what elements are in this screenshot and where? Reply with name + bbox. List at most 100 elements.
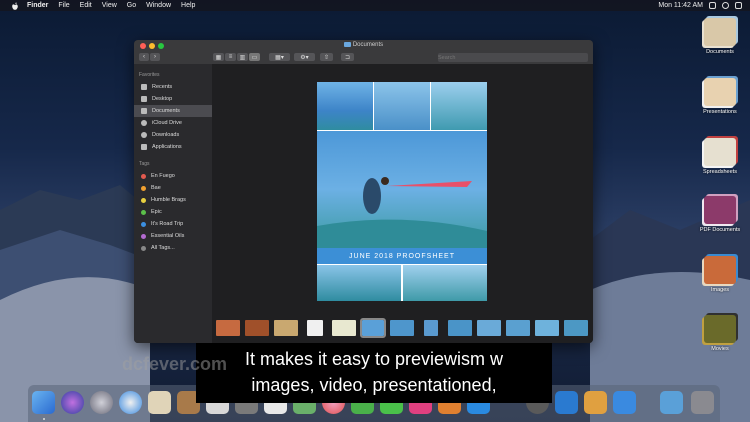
control-center-icon[interactable]: [735, 2, 742, 9]
sidebar-tag-bae[interactable]: Bae: [134, 182, 212, 194]
pages-icon[interactable]: [584, 391, 607, 414]
trash-icon[interactable]: [691, 391, 714, 414]
list-icon: ≡: [228, 54, 233, 60]
tags-button[interactable]: ⊐: [341, 53, 354, 61]
file-thumbnail[interactable]: [245, 320, 269, 336]
preview-photo: [374, 82, 430, 130]
desktop-icon-label: PDF Documents: [699, 227, 741, 233]
column-view-button[interactable]: ▥: [237, 53, 248, 61]
folder-icon: [343, 42, 351, 47]
window-titlebar[interactable]: Documents ‹ › ▦ ≡ ▥ ▭ ▦▾ ⚙▾ ⇧ ⊐: [134, 40, 593, 64]
sidebar-favorites-header: Favorites: [139, 72, 160, 78]
purple-tag-icon: [141, 233, 146, 239]
sidebar-tag-en-fuego[interactable]: En Fuego: [134, 170, 212, 182]
sidebar-tags-header: Tags: [139, 161, 150, 167]
search-icon[interactable]: [709, 2, 716, 9]
document-preview[interactable]: JUNE 2018 PROOFSHEET: [317, 82, 487, 301]
chevron-left-icon: ‹: [143, 54, 145, 60]
share-button[interactable]: ⇧: [320, 53, 333, 61]
menu-view[interactable]: View: [102, 2, 117, 9]
desktop-stack-movies[interactable]: Movies: [690, 315, 750, 352]
menu-clock[interactable]: Mon 11:42 AM: [658, 2, 703, 9]
desktop-icon: [141, 96, 147, 102]
document-icon: [141, 108, 147, 114]
siri-icon[interactable]: [61, 391, 84, 414]
file-thumbnail[interactable]: [535, 320, 559, 336]
running-indicator: [43, 418, 45, 420]
file-thumbnail[interactable]: [506, 320, 530, 336]
downloads-folder-icon[interactable]: [660, 391, 683, 414]
menu-go[interactable]: Go: [127, 2, 136, 9]
menu-bar: Finder File Edit View Go Window Help Mon…: [0, 0, 750, 11]
menu-finder[interactable]: Finder: [27, 2, 48, 9]
back-button[interactable]: ‹: [139, 53, 149, 61]
sidebar-item-desktop[interactable]: Desktop: [134, 93, 212, 105]
menu-help[interactable]: Help: [181, 2, 195, 9]
download-icon: [141, 132, 147, 138]
desktop-stack-spreadsheets[interactable]: Spreadsheets: [690, 138, 750, 175]
watermark: dcfever.com: [122, 354, 228, 374]
windsurfer-illustration: [317, 177, 487, 248]
sidebar-item-documents[interactable]: Documents: [134, 105, 212, 117]
sidebar-item-downloads[interactable]: Downloads: [134, 129, 212, 141]
sidebar-item-applications[interactable]: Applications: [134, 141, 212, 153]
cloud-icon: [141, 120, 147, 126]
caption-line-1: It makes it easy to previewism w: [244, 349, 504, 369]
file-thumbnail[interactable]: [448, 320, 472, 336]
stack-movies-icon: [704, 315, 736, 343]
tag-icon: ⊐: [344, 54, 351, 61]
applications-icon: [141, 144, 147, 150]
file-thumbnail[interactable]: [390, 320, 414, 336]
stack-spreadsheets-icon: [704, 138, 736, 166]
action-button[interactable]: ⚙▾: [294, 53, 315, 61]
window-title: Documents: [134, 42, 593, 48]
sidebar-tag-essential-oils[interactable]: Essential Oils: [134, 230, 212, 242]
file-thumbnail[interactable]: [564, 320, 588, 336]
desktop-icon-label: Images: [710, 287, 730, 293]
file-thumbnail[interactable]: [477, 320, 501, 336]
red-tag-icon: [141, 173, 146, 179]
gallery-view: JUNE 2018 PROOFSHEET: [212, 64, 593, 343]
preview-banner: JUNE 2018 PROOFSHEET: [317, 248, 487, 264]
sidebar-all-tags[interactable]: All Tags...: [134, 242, 212, 254]
finder-icon[interactable]: [32, 391, 55, 414]
sidebar-item-icloud-drive[interactable]: iCloud Drive: [134, 117, 212, 129]
user-icon[interactable]: [722, 2, 729, 9]
desktop-stack-documents[interactable]: Documents: [690, 18, 750, 55]
search-input[interactable]: [438, 53, 588, 62]
file-thumbnail[interactable]: [274, 320, 298, 336]
mail-icon[interactable]: [148, 391, 171, 414]
gallery-view-button[interactable]: ▭: [249, 53, 260, 61]
grid-icon: ▦: [215, 54, 222, 61]
sidebar-item-recents[interactable]: Recents: [134, 81, 212, 93]
xcode-icon[interactable]: [613, 391, 636, 414]
sidebar-tag-humble-brags[interactable]: Humble Brags: [134, 194, 212, 206]
gear-icon: ⚙▾: [300, 54, 309, 61]
apple-menu-icon[interactable]: [11, 2, 19, 10]
safari-icon[interactable]: [119, 391, 142, 414]
file-thumbnail[interactable]: [307, 320, 323, 336]
columns-icon: ▥: [239, 54, 246, 61]
desktop-stack-presentations[interactable]: Presentations: [690, 78, 750, 115]
launchpad-icon[interactable]: [90, 391, 113, 414]
menu-file[interactable]: File: [58, 2, 69, 9]
icon-view-button[interactable]: ▦: [213, 53, 224, 61]
desktop-icon-label: Documents: [706, 49, 734, 55]
file-thumbnail[interactable]: [332, 320, 356, 336]
caption-line-2: images, video, presentationed,: [251, 375, 497, 395]
group-button[interactable]: ▦▾: [269, 53, 290, 61]
list-view-button[interactable]: ≡: [225, 53, 236, 61]
desktop-stack-pdf-documents[interactable]: PDF Documents: [690, 196, 750, 233]
file-thumbnail-selected[interactable]: [360, 318, 386, 338]
keynote-icon[interactable]: [555, 391, 578, 414]
menu-window[interactable]: Window: [146, 2, 171, 9]
orange-tag-icon: [141, 185, 146, 191]
file-thumbnail[interactable]: [216, 320, 240, 336]
menu-edit[interactable]: Edit: [80, 2, 92, 9]
sidebar-tag-epic[interactable]: Epic: [134, 206, 212, 218]
yellow-tag-icon: [141, 197, 146, 203]
forward-button[interactable]: ›: [150, 53, 160, 61]
desktop-stack-images[interactable]: Images: [690, 256, 750, 293]
sidebar-tag-road-trip[interactable]: It's Road Trip: [134, 218, 212, 230]
file-thumbnail[interactable]: [424, 320, 438, 336]
